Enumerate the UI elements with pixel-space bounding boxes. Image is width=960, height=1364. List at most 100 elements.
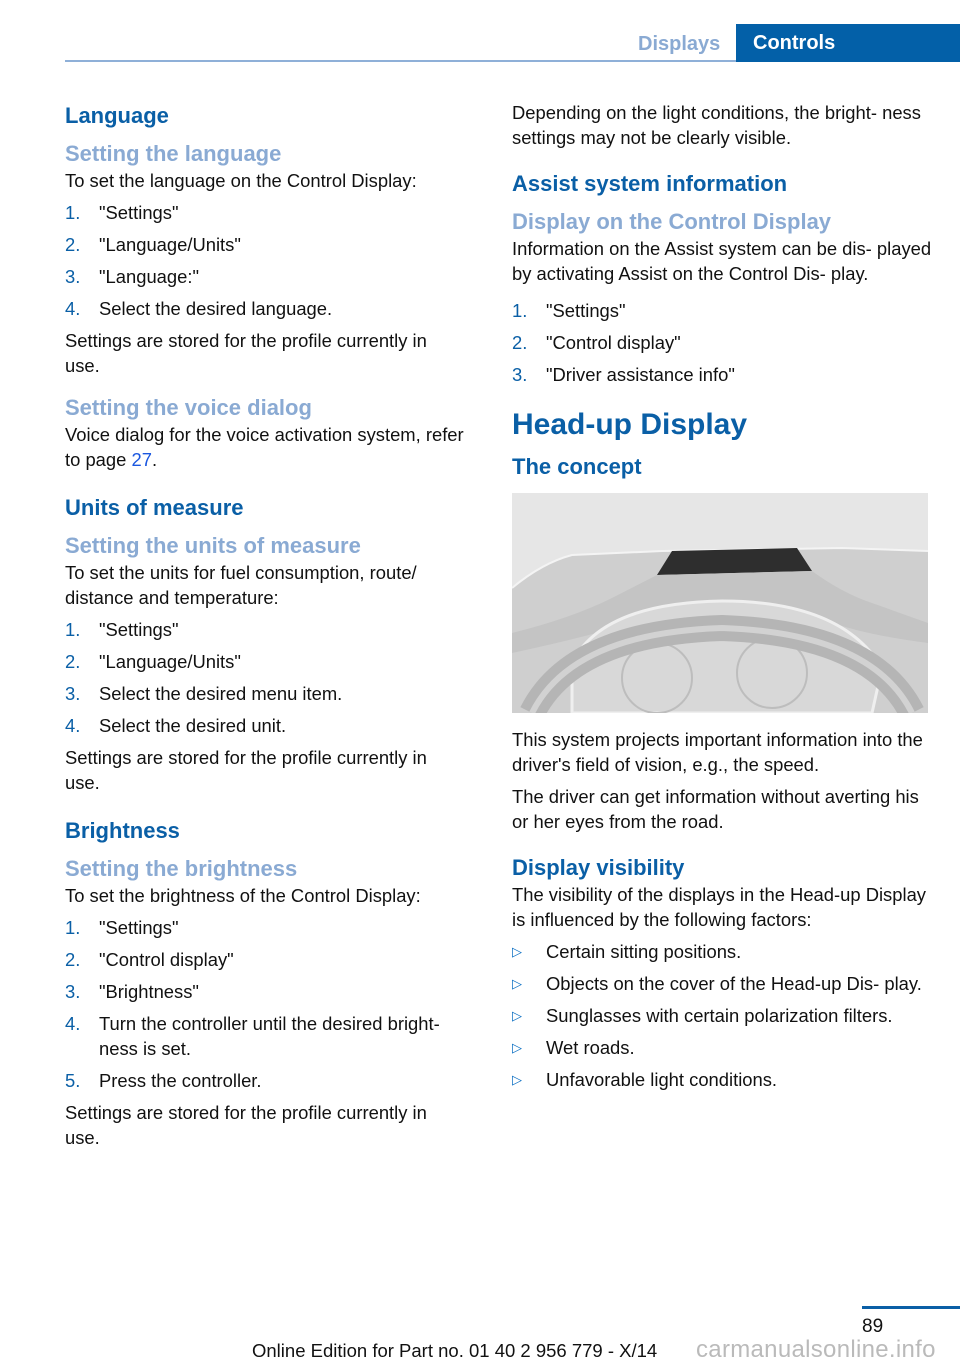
visibility-factors: ▷ Certain sitting positions. ▷ Objects on … bbox=[512, 939, 932, 1092]
step-item: 5. Press the controller. bbox=[65, 1068, 465, 1093]
page-link[interactable]: 27 bbox=[131, 449, 151, 470]
step-text: "Language/Units" bbox=[99, 234, 241, 255]
edition-text: Online Edition for Part no. 01 40 2 956 … bbox=[252, 1340, 658, 1361]
step-item: 1. "Settings" bbox=[65, 915, 465, 940]
step-text: "Language/Units" bbox=[99, 651, 241, 672]
section-title-language: Language bbox=[65, 103, 169, 128]
units-steps: 1. "Settings" 2. "Language/Units" 3. Select… bbox=[65, 617, 465, 738]
step-text: "Language:" bbox=[99, 266, 199, 287]
step-item: 3. Select the desired menu item. bbox=[65, 681, 465, 706]
step-item: 3. "Brightness" bbox=[65, 979, 465, 1004]
step-number: 3. bbox=[65, 683, 81, 704]
triangle-bullet-icon: ▷ bbox=[512, 1008, 522, 1023]
hud-dashboard-figure bbox=[512, 493, 928, 713]
visibility-intro: The visibility of the displays in the He… bbox=[512, 884, 926, 930]
step-number: 1. bbox=[65, 619, 81, 640]
right-column: Depending on the light conditions, the b… bbox=[512, 100, 932, 1099]
step-number: 2. bbox=[65, 651, 81, 672]
step-text: Select the desired menu item. bbox=[99, 683, 343, 704]
dashboard-illustration bbox=[512, 493, 928, 713]
subsection-title-voice-dialog: Setting the voice dialog bbox=[65, 395, 312, 420]
page-number: 89 bbox=[862, 1316, 884, 1337]
units-note: Settings are stored for the profile curr… bbox=[65, 747, 427, 793]
voice-text: Voice dialog for the voice activation sy… bbox=[65, 422, 465, 472]
step-text: "Control display" bbox=[546, 332, 681, 353]
language-steps: 1. "Settings" 2. "Language/Units" 3. "Langu… bbox=[65, 200, 465, 321]
step-number: 1. bbox=[65, 202, 81, 223]
subsection-title-setting-units: Setting the units of measure bbox=[65, 533, 361, 558]
step-item: 2. "Language/Units" bbox=[65, 649, 465, 674]
section-title-assist: Assist system information bbox=[512, 171, 788, 196]
step-number: 2. bbox=[65, 949, 81, 970]
step-item: 4. Select the desired language. bbox=[65, 296, 465, 321]
language-note: Settings are stored for the profile curr… bbox=[65, 330, 427, 376]
factor-text: Wet roads. bbox=[546, 1037, 635, 1058]
factor-text: Objects on the cover of the Head-up Dis‑… bbox=[546, 973, 922, 994]
units-intro: To set the units for fuel consumption, r… bbox=[65, 562, 417, 608]
step-number: 3. bbox=[65, 266, 81, 287]
hud-description: This system projects important informati… bbox=[512, 729, 923, 775]
step-number: 4. bbox=[65, 715, 81, 736]
factor-item: ▷ Objects on the cover of the Head-up Dis… bbox=[512, 971, 932, 996]
section-title-units: Units of measure bbox=[65, 495, 244, 520]
step-text: Turn the controller until the desired br… bbox=[99, 1013, 440, 1059]
assist-steps: 1. "Settings" 2. "Control display" 3. "Driv… bbox=[512, 298, 932, 387]
chapter-title-hud: Head-up Display bbox=[512, 408, 748, 441]
step-number: 4. bbox=[65, 298, 81, 319]
step-number: 1. bbox=[512, 300, 528, 321]
step-text: "Settings" bbox=[99, 202, 179, 223]
step-number: 3. bbox=[65, 981, 81, 1002]
step-item: 4. Select the desired unit. bbox=[65, 713, 465, 738]
assist-intro: Information on the Assist system can be … bbox=[512, 238, 932, 284]
step-number: 5. bbox=[65, 1070, 81, 1091]
step-text: Select the desired unit. bbox=[99, 715, 287, 736]
triangle-bullet-icon: ▷ bbox=[512, 1040, 522, 1055]
step-text: "Brightness" bbox=[99, 981, 199, 1002]
step-number: 2. bbox=[512, 332, 528, 353]
triangle-bullet-icon: ▷ bbox=[512, 976, 522, 991]
factor-text: Sunglasses with certain polarization fil… bbox=[546, 1005, 893, 1026]
step-number: 2. bbox=[65, 234, 81, 255]
step-item: 2. "Language/Units" bbox=[65, 232, 465, 257]
footer-rule bbox=[862, 1306, 960, 1309]
step-number: 1. bbox=[65, 917, 81, 938]
language-intro: To set the language on the Control Displ… bbox=[65, 170, 417, 191]
step-number: 4. bbox=[65, 1013, 81, 1034]
step-item: 1. "Settings" bbox=[512, 298, 932, 323]
hud-benefit: The driver can get information without a… bbox=[512, 786, 919, 832]
step-text: "Driver assistance info" bbox=[546, 364, 735, 385]
factor-text: Unfavorable light conditions. bbox=[546, 1069, 778, 1090]
step-item: 4. Turn the controller until the desired … bbox=[65, 1011, 465, 1061]
voice-text-end: . bbox=[151, 449, 158, 470]
triangle-bullet-icon: ▷ bbox=[512, 944, 522, 959]
step-text: "Control display" bbox=[99, 949, 234, 970]
step-item: 2. "Control display" bbox=[65, 947, 465, 972]
step-text: Select the desired language. bbox=[99, 298, 333, 319]
step-item: 1. "Settings" bbox=[65, 200, 465, 225]
left-column: Language Setting the language To set the… bbox=[65, 100, 465, 1157]
watermark: carmanualsonline.info bbox=[696, 1336, 936, 1363]
step-number: 3. bbox=[512, 364, 528, 385]
step-item: 3. "Driver assistance info" bbox=[512, 362, 932, 387]
step-text: "Settings" bbox=[546, 300, 626, 321]
tab-displays[interactable]: Displays bbox=[636, 26, 736, 62]
subsection-title-assist-display: Display on the Control Display bbox=[512, 209, 832, 234]
factor-item: ▷ Wet roads. bbox=[512, 1035, 932, 1060]
section-title-visibility: Display visibility bbox=[512, 855, 685, 880]
step-text: "Settings" bbox=[99, 619, 179, 640]
brightness-steps: 1. "Settings" 2. "Control display" 3. "Brig… bbox=[65, 915, 465, 1093]
factor-item: ▷ Unfavorable light conditions. bbox=[512, 1067, 932, 1092]
factor-text: Certain sitting positions. bbox=[546, 941, 742, 962]
section-title-brightness: Brightness bbox=[65, 818, 180, 843]
brightness-intro: To set the brightness of the Control Dis… bbox=[65, 885, 421, 906]
step-item: 3. "Language:" bbox=[65, 264, 465, 289]
brightness-visibility-note: Depending on the light conditions, the b… bbox=[512, 102, 921, 148]
step-text: "Settings" bbox=[99, 917, 179, 938]
subsection-title-setting-brightness: Setting the brightness bbox=[65, 856, 298, 881]
step-item: 1. "Settings" bbox=[65, 617, 465, 642]
triangle-bullet-icon: ▷ bbox=[512, 1072, 522, 1087]
subsection-title-setting-language: Setting the language bbox=[65, 141, 282, 166]
brightness-note: Settings are stored for the profile curr… bbox=[65, 1102, 427, 1148]
tab-controls[interactable]: Controls bbox=[736, 24, 960, 62]
step-item: 2. "Control display" bbox=[512, 330, 932, 355]
